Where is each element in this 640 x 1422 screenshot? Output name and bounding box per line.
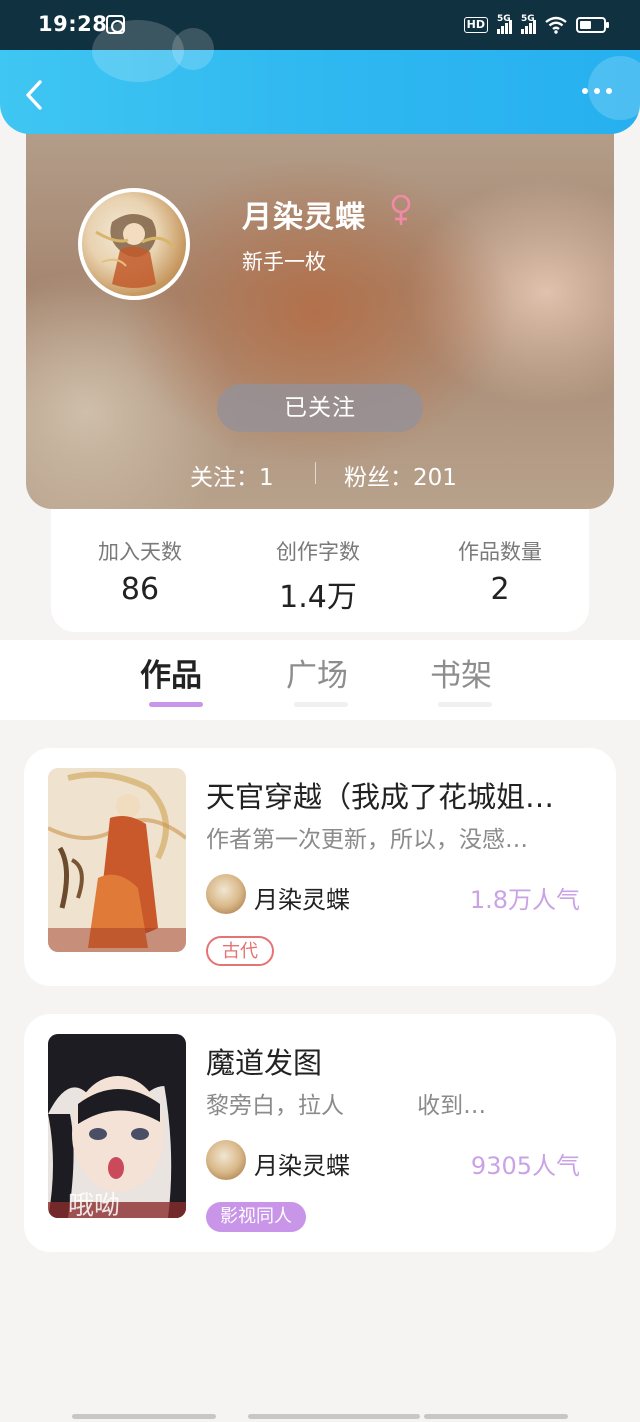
profile-bio: 新手一枚 [242,250,326,274]
author-name[interactable]: 月染灵蝶 [254,880,350,915]
stat-value: 86 [120,572,160,607]
tab-indicator [294,702,348,707]
nav-gesture-bar [424,1414,568,1419]
avatar-illustration [95,213,176,288]
avatar[interactable] [78,188,190,300]
tab-active-indicator [149,702,203,707]
popularity-count: 9305人气 [470,1152,580,1180]
decor-bubble [172,28,214,70]
more-dots-icon [582,88,588,94]
stat-value: 2 [490,572,510,607]
stat-label: 作品数量 [458,540,542,564]
work-cover-image[interactable] [48,768,186,952]
hd-icon: HD [463,17,488,33]
work-title[interactable]: 魔道发图 [206,1040,596,1082]
tab-square[interactable]: 广场 [286,650,348,695]
work-description: 作者第一次更新，所以，没感… [206,827,528,853]
author-avatar[interactable] [206,874,246,914]
stat-join-days: 加入天数 86 [65,536,215,607]
work-title[interactable]: 天官穿越（我成了花城姐… [206,774,596,816]
author-avatar[interactable] [206,1140,246,1180]
tab-bookshelf[interactable]: 书架 [430,650,492,695]
cover-caption: 哦呦 [68,1191,120,1218]
battery-icon [576,17,609,33]
work-card[interactable]: 哦呦 魔道发图 黎旁白，拉人 收到… 月染灵蝶 9305人气 影视同人 [24,1014,616,1252]
fans-count[interactable]: 粉丝：201 [344,458,457,492]
followed-button[interactable]: 已关注 [217,384,423,432]
nav-gesture-bar [72,1414,216,1419]
author-name[interactable]: 月染灵蝶 [254,1146,350,1181]
content-tabs: 作品 广场 书架 [0,640,640,720]
top-navigation-bar [0,20,640,134]
genre-tag[interactable]: 古代 [206,936,274,966]
stat-value: 1.4万 [279,580,357,615]
following-count[interactable]: 关注：1 [190,458,274,492]
profile-card: 月染灵蝶 新手一枚 已关注 关注：1 粉丝：201 [26,112,614,509]
work-description: 黎旁白，拉人 收到… [206,1093,487,1119]
work-card[interactable]: 天官穿越（我成了花城姐… 作者第一次更新，所以，没感… 月染灵蝶 1.8万人气 … [24,748,616,986]
signal-icon-2: 5G [521,14,536,34]
popularity-count: 1.8万人气 [469,886,580,914]
status-time: 19:28 [38,12,108,36]
back-button[interactable] [18,78,52,112]
profile-name: 月染灵蝶 [242,200,366,235]
more-options-button[interactable] [582,88,612,94]
stat-label: 加入天数 [98,540,182,564]
female-symbol-icon [391,194,411,225]
follow-stats: 关注：1 粉丝：201 [26,452,614,492]
status-indicators: HD 5G 5G [463,13,609,37]
decor-bubble [92,20,184,82]
tab-works[interactable]: 作品 [140,650,202,695]
genre-tag[interactable]: 影视同人 [206,1202,306,1232]
cover-illustration [48,768,186,952]
nav-gesture-bar [248,1414,420,1419]
signal-icon: 5G [497,14,512,34]
stat-work-count: 作品数量 2 [425,536,575,607]
chevron-left-icon [26,80,42,110]
stats-divider [315,462,316,484]
stat-word-count: 创作字数 1.4万 [243,536,393,616]
work-cover-image[interactable]: 哦呦 [48,1034,186,1218]
wifi-icon [545,16,567,34]
stat-label: 创作字数 [276,540,360,564]
cover-illustration: 哦呦 [48,1034,186,1218]
tab-indicator [438,702,492,707]
